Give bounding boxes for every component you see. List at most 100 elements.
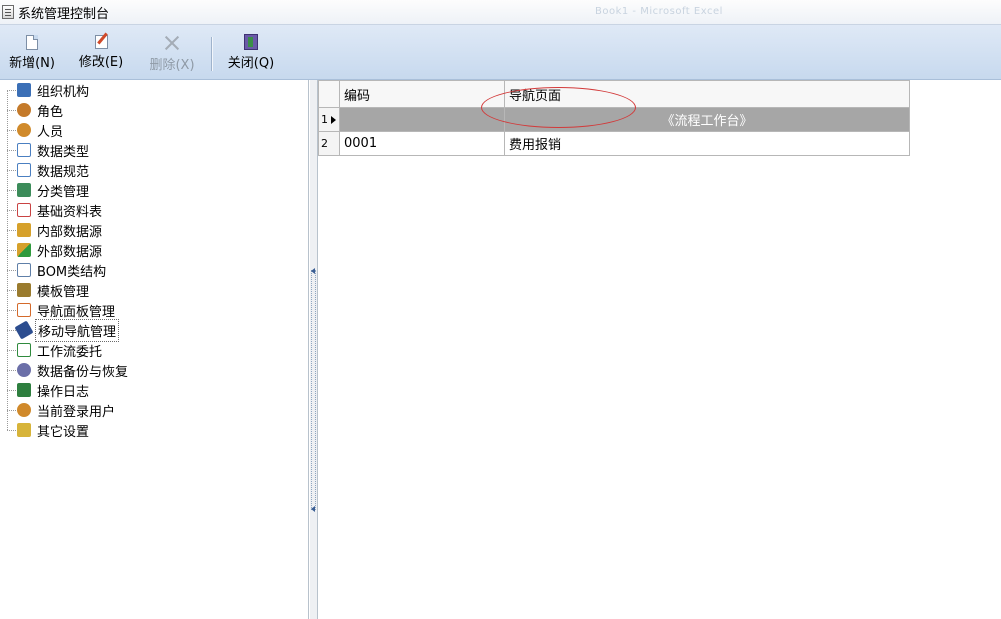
- tree-item-label: BOM类结构: [37, 264, 107, 280]
- code-cell[interactable]: 0001: [339, 131, 505, 156]
- new-document-icon: [26, 35, 38, 50]
- close-button[interactable]: 关闭(Q): [223, 25, 279, 80]
- external-source-icon: [17, 243, 31, 257]
- tree-branch-line: [7, 149, 16, 151]
- background-window-title: Book1 - Microsoft Excel: [595, 6, 723, 17]
- close-button-label: 关闭(Q): [227, 56, 275, 71]
- tree-branch-line: [7, 429, 16, 431]
- tree-branch-line: [7, 129, 16, 131]
- tree-branch-line: [7, 229, 16, 231]
- tree-branch-line: [7, 349, 16, 351]
- tree-item-label: 内部数据源: [37, 224, 103, 240]
- tree-item-internal-source[interactable]: 内部数据源: [0, 220, 104, 240]
- tree-item-mobile-nav[interactable]: 移动导航管理: [0, 318, 120, 342]
- tree-item-logged-users[interactable]: 当前登录用户: [0, 400, 117, 420]
- toolbar: 新增(N) 修改(E) 删除(X) 关闭(Q): [0, 25, 1001, 80]
- tree-item-workflow[interactable]: 工作流委托: [0, 340, 104, 360]
- tree-item-data-spec[interactable]: 数据规范: [0, 160, 91, 180]
- tree-item-nav-panel[interactable]: 导航面板管理: [0, 300, 117, 320]
- nav-panel-icon: [17, 303, 31, 317]
- data-type-icon: [17, 143, 31, 157]
- toolbar-separator: [211, 37, 212, 71]
- tree-item-label: 组织机构: [37, 84, 90, 100]
- grid-table: 编码 导航页面 1 《流程工作台》 2 0001 费用报销: [318, 80, 910, 156]
- grid-corner-cell[interactable]: [318, 80, 340, 108]
- door-exit-icon: [244, 34, 258, 50]
- tree-item-template[interactable]: 模板管理: [0, 280, 91, 300]
- navigation-grid: 编码 导航页面 1 《流程工作台》 2 0001 费用报销: [318, 80, 1001, 619]
- tree-item-label: 操作日志: [37, 384, 90, 400]
- nav-page-cell[interactable]: 费用报销: [504, 131, 910, 156]
- table-row[interactable]: 2 0001 费用报销: [318, 131, 910, 156]
- collapse-arrow-icon[interactable]: [311, 506, 315, 512]
- settings-folder-icon: [17, 423, 31, 437]
- tree-item-label: 工作流委托: [37, 344, 103, 360]
- tree-branch-line: [7, 309, 16, 311]
- app-window: 系统管理控制台 Book1 - Microsoft Excel 新增(N) 修改…: [0, 0, 1001, 619]
- delete-button[interactable]: 删除(X): [144, 25, 200, 80]
- header-code[interactable]: 编码: [339, 80, 505, 108]
- tree-item-other-settings[interactable]: 其它设置: [0, 420, 91, 440]
- current-row-indicator-icon: [331, 116, 336, 124]
- app-icon: [2, 5, 14, 19]
- tree-item-category[interactable]: 分类管理: [0, 180, 91, 200]
- template-icon: [17, 283, 31, 297]
- tree-branch-line: [7, 169, 16, 171]
- category-icon: [17, 183, 31, 197]
- edit-button[interactable]: 修改(E): [74, 25, 128, 80]
- row-number[interactable]: 1: [318, 107, 340, 132]
- tree-branch-line: [7, 109, 16, 111]
- tree-item-label: 数据备份与恢复: [37, 364, 129, 380]
- collapse-arrow-icon[interactable]: [311, 268, 315, 274]
- tree-item-log[interactable]: 操作日志: [0, 380, 91, 400]
- header-nav-page[interactable]: 导航页面: [504, 80, 910, 108]
- tree-branch-line: [7, 409, 16, 411]
- group-code-cell[interactable]: [339, 107, 505, 132]
- role-users-icon: [17, 103, 31, 117]
- tree-item-roles[interactable]: 角色: [0, 100, 65, 120]
- tree-item-label: 其它设置: [37, 424, 90, 440]
- tree-item-base-table[interactable]: 基础资料表: [0, 200, 104, 220]
- tree-item-label: 外部数据源: [37, 244, 103, 260]
- row-number-text: 1: [321, 113, 328, 126]
- tree-branch-line: [7, 269, 16, 271]
- title-bar: 系统管理控制台 Book1 - Microsoft Excel: [0, 0, 1001, 25]
- grid-header-row: 编码 导航页面: [318, 80, 910, 108]
- table-row[interactable]: 1 《流程工作台》: [318, 107, 910, 132]
- delete-button-label: 删除(X): [149, 58, 195, 73]
- tree-branch-line: [7, 189, 16, 191]
- tree-item-label: 当前登录用户: [37, 404, 116, 420]
- tree-item-label: 数据规范: [37, 164, 90, 180]
- workflow-icon: [17, 343, 31, 357]
- tree-branch-line: [7, 369, 16, 371]
- delete-icon: [163, 34, 181, 52]
- tree-branch-line: [7, 289, 16, 291]
- data-spec-icon: [17, 163, 31, 177]
- tree-item-label: 模板管理: [37, 284, 90, 300]
- edit-icon: [94, 35, 108, 49]
- panel-splitter[interactable]: [310, 80, 318, 619]
- tree-branch-line: [7, 89, 16, 91]
- tree-item-data-types[interactable]: 数据类型: [0, 140, 91, 160]
- tree-item-external-source[interactable]: 外部数据源: [0, 240, 104, 260]
- window-title: 系统管理控制台: [18, 6, 110, 22]
- log-book-icon: [17, 383, 31, 397]
- tree-item-label: 分类管理: [37, 184, 90, 200]
- base-table-icon: [17, 203, 31, 217]
- tree-item-org[interactable]: 组织机构: [0, 80, 91, 100]
- tree-item-label: 人员: [37, 124, 64, 140]
- new-button-label: 新增(N): [9, 56, 55, 71]
- logged-user-icon: [17, 403, 31, 417]
- backup-icon: [17, 363, 31, 377]
- tree-item-backup[interactable]: 数据备份与恢复: [0, 360, 130, 380]
- tree-item-label: 数据类型: [37, 144, 90, 160]
- tree-branch-line: [7, 329, 16, 331]
- splitter-grip: [311, 270, 316, 510]
- group-label-cell[interactable]: 《流程工作台》: [504, 107, 910, 132]
- tree-item-bom[interactable]: BOM类结构: [0, 260, 108, 280]
- tree-item-label: 导航面板管理: [37, 304, 116, 320]
- new-button[interactable]: 新增(N): [5, 25, 59, 80]
- tree-item-label: 基础资料表: [37, 204, 103, 220]
- tree-item-people[interactable]: 人员: [0, 120, 65, 140]
- row-number[interactable]: 2: [318, 131, 340, 156]
